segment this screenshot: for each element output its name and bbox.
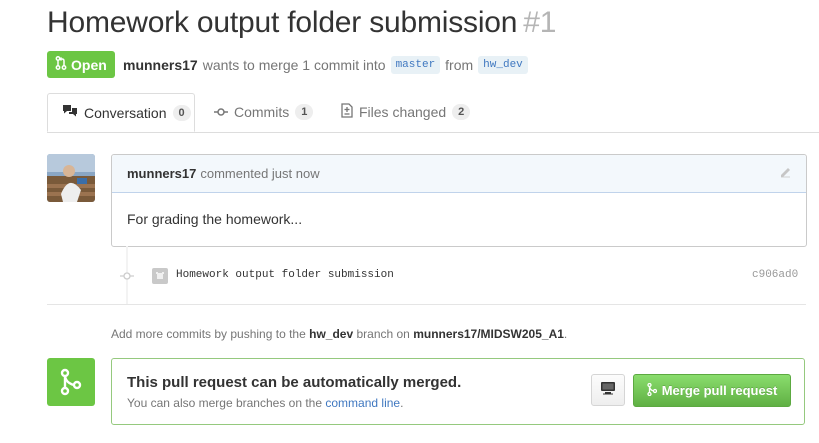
comment-body: For grading the homework... <box>127 211 303 227</box>
tab-counter: 1 <box>295 104 314 120</box>
tab-label: Commits <box>234 104 290 120</box>
head-branch: hw_dev <box>478 56 528 74</box>
tab-files-changed[interactable]: Files changed 2 <box>341 93 471 131</box>
help-prefix: Add more commits by pushing to the <box>111 327 306 341</box>
push-help-text: Add more commits by pushing to the hw_de… <box>111 327 567 341</box>
pr-title: Homework output folder submission <box>47 6 518 39</box>
commit-icon <box>214 104 228 120</box>
tab-conversation[interactable]: Conversation 0 <box>47 93 195 132</box>
commit-node-icon <box>120 269 134 283</box>
comment-box: munners17 commented just now For grading… <box>111 154 807 247</box>
status-label: Open <box>71 56 107 73</box>
merge-description: wants to merge 1 commit into <box>202 57 386 73</box>
tab-label: Conversation <box>84 104 167 121</box>
tab-counter: 0 <box>172 104 191 121</box>
file-diff-icon <box>341 103 353 121</box>
page-title: Homework output folder submission #1 <box>47 6 556 40</box>
merge-button-label: Merge pull request <box>661 383 778 398</box>
command-line-link[interactable]: command line <box>325 396 400 410</box>
comment-author[interactable]: munners17 <box>127 166 196 181</box>
pr-number: #1 <box>523 6 557 39</box>
pr-tabs: Conversation 0 Commits 1 Files changed 2 <box>47 93 819 133</box>
desktop-icon <box>600 381 616 400</box>
tab-label: Files changed <box>359 104 447 120</box>
comment-timestamp: commented just now <box>200 166 320 181</box>
comment-header: munners17 commented just now <box>112 155 806 193</box>
merge-subtitle: You can also merge branches on the comma… <box>127 396 403 410</box>
from-text: from <box>445 57 474 73</box>
timeline-divider <box>47 304 806 305</box>
pull-request-icon <box>55 56 67 73</box>
open-in-desktop-button[interactable] <box>591 374 625 406</box>
status-badge: Open <box>47 51 115 78</box>
pr-meta: munners17 wants to merge 1 commit into m… <box>123 56 528 74</box>
merge-status-icon <box>47 358 95 406</box>
avatar[interactable] <box>47 154 95 202</box>
merge-subtitle-suffix: . <box>400 396 404 410</box>
merge-subtitle-prefix: You can also merge branches on the <box>127 396 323 410</box>
merge-box: This pull request can be automatically m… <box>111 358 805 425</box>
base-branch: master <box>390 56 441 74</box>
merge-title: This pull request can be automatically m… <box>127 374 462 391</box>
tab-commits[interactable]: Commits 1 <box>214 93 314 131</box>
merge-pull-request-button[interactable]: Merge pull request <box>633 374 791 407</box>
conversation-icon <box>62 104 78 121</box>
merge-icon <box>647 382 657 399</box>
commit-sha[interactable]: c906ad0 <box>752 269 798 281</box>
help-branch: hw_dev <box>309 327 354 341</box>
commit-message[interactable]: Homework output folder submission <box>176 269 394 281</box>
tab-counter: 2 <box>452 104 471 120</box>
pencil-icon[interactable] <box>779 166 792 182</box>
help-middle: branch on <box>356 327 410 341</box>
help-suffix: . <box>563 327 568 341</box>
help-repo: munners17/MIDSW205_A1 <box>413 327 564 341</box>
commit-author-avatar[interactable] <box>152 268 168 284</box>
author-link[interactable]: munners17 <box>123 57 198 73</box>
